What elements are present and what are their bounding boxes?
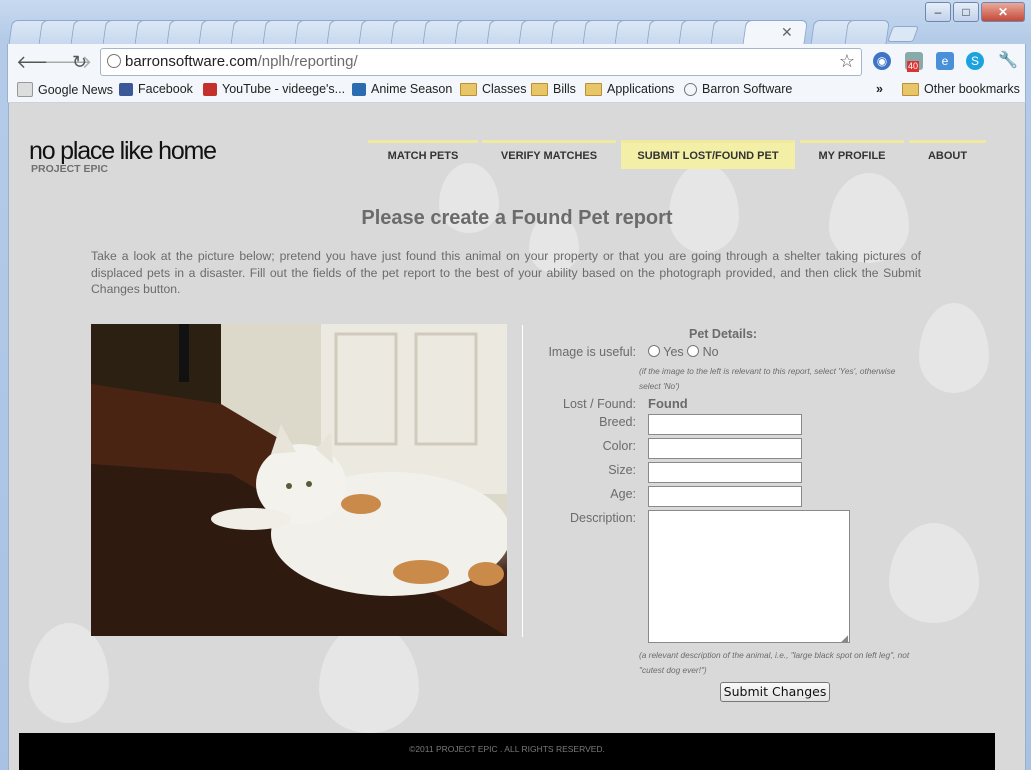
other-bookmarks-label: Other bookmarks: [924, 82, 1020, 96]
nav-my-profile[interactable]: MY PROFILE: [800, 140, 904, 169]
bookmark-label: Barron Software: [702, 82, 793, 96]
reload-icon[interactable]: ↻: [72, 52, 87, 73]
lost-found-label: Lost / Found:: [563, 397, 636, 411]
submit-changes-button[interactable]: Submit Changes: [720, 682, 830, 702]
lost-found-value: Found: [648, 396, 688, 411]
address-bar[interactable]: barronsoftware.com/nplh/reporting/ ☆: [100, 48, 862, 76]
image-useful-options: Yes No: [648, 345, 719, 359]
bookmark-label: Facebook: [138, 82, 193, 96]
youtube-icon: [203, 82, 217, 96]
tab-active[interactable]: [742, 20, 808, 47]
site-logo[interactable]: no place like home: [29, 137, 217, 166]
tab[interactable]: [844, 20, 890, 47]
bookmark-label: Bills: [553, 82, 576, 96]
page-title: Please create a Found Pet report: [361, 207, 673, 229]
breed-input[interactable]: [648, 414, 802, 435]
yes-label[interactable]: Yes: [663, 345, 683, 359]
pet-details-title: Pet Details:: [689, 327, 758, 341]
background-leaf: [889, 523, 979, 623]
nav-about[interactable]: ABOUT: [909, 140, 986, 169]
bookmark-star-icon[interactable]: ☆: [839, 51, 855, 72]
bookmark-label: Applications: [607, 82, 675, 96]
nav-submit-lost-found-pet[interactable]: SUBMIT LOST/FOUND PET: [621, 140, 795, 169]
age-label: Age:: [610, 487, 636, 501]
bookmark-classes[interactable]: Classes: [460, 82, 526, 96]
size-input[interactable]: [648, 462, 802, 483]
size-label: Size:: [608, 463, 636, 477]
folder-icon: [585, 82, 602, 96]
image-useful-note: (if the image to the left is relevant to…: [639, 366, 896, 391]
mail-checker-icon[interactable]: 40: [905, 52, 923, 72]
folder-icon: [531, 82, 548, 96]
bookmark-label: Anime Season: [371, 82, 453, 96]
image-useful-no-radio[interactable]: [687, 345, 700, 357]
bookmark-label: Google News: [38, 82, 114, 97]
pet-photo: [91, 324, 507, 636]
tab-strip: [0, 16, 1031, 47]
tab-close-icon[interactable]: ✕: [781, 24, 793, 41]
bookmark-facebook[interactable]: Facebook: [119, 82, 193, 96]
anime-season-icon: [352, 82, 366, 96]
background-leaf: [919, 303, 989, 393]
cat-photo-illustration: [91, 324, 507, 636]
bookmark-bills[interactable]: Bills: [531, 82, 576, 96]
bookmark-label: Classes: [482, 82, 527, 96]
mail-badge: 40: [907, 61, 920, 72]
ie-tab-icon[interactable]: e: [936, 52, 954, 70]
browser-toolbar: 🡐 🡒 ↻ barronsoftware.com/nplh/reporting/…: [7, 44, 1026, 80]
intro-text: Take a look at the picture below; preten…: [91, 249, 921, 296]
bookmark-google-news[interactable]: Google News: [17, 82, 113, 97]
browser-window: – □ ✕ ✕ 🡐 🡒 ↻ barronsoftware.com/nplh/re…: [0, 0, 1031, 770]
url-host: barronsoftware.com: [125, 53, 258, 70]
resize-grip-icon[interactable]: ◢: [841, 633, 848, 644]
breed-label: Breed:: [599, 415, 636, 429]
bookmarks-bar: Google News Facebook YouTube - videege's…: [7, 80, 1026, 103]
bookmark-applications[interactable]: Applications: [585, 82, 674, 96]
bookmark-barron-software[interactable]: Barron Software: [684, 82, 792, 96]
site-footer: ©2011 PROJECT EPIC . ALL RIGHTS RESERVED…: [19, 733, 995, 770]
chrome-extension-icon[interactable]: ◉: [873, 52, 891, 70]
url-path: /nplh/reporting/: [257, 53, 358, 70]
wrench-icon[interactable]: 🔧: [998, 52, 1018, 70]
folder-icon: [460, 82, 477, 96]
description-note: (a relevant description of the animal, i…: [639, 650, 910, 675]
background-leaf: [319, 623, 419, 733]
divider: [522, 325, 523, 637]
image-useful-label: Image is useful:: [548, 345, 636, 359]
bookmark-youtube[interactable]: YouTube - videege's...: [203, 82, 345, 96]
globe-icon: [684, 82, 697, 96]
bookmark-anime-season[interactable]: Anime Season: [352, 82, 452, 96]
description-textarea[interactable]: ◢: [648, 510, 850, 643]
description-label: Description:: [570, 511, 636, 525]
background-leaf: [29, 623, 109, 723]
bookmarks-overflow-button[interactable]: »: [876, 82, 883, 96]
folder-icon: [902, 82, 919, 96]
site-logo-subtitle: PROJECT EPIC: [31, 163, 109, 175]
google-news-icon: [17, 82, 33, 97]
color-input[interactable]: [648, 438, 802, 459]
facebook-icon: [119, 82, 133, 96]
page-content: no place like home PROJECT EPIC MATCH PE…: [8, 103, 1026, 770]
url-text[interactable]: barronsoftware.com/nplh/reporting/: [125, 53, 358, 70]
other-bookmarks[interactable]: Other bookmarks: [902, 82, 1020, 96]
nav-verify-matches[interactable]: VERIFY MATCHES: [482, 140, 616, 169]
skype-icon[interactable]: S: [966, 52, 984, 70]
no-label[interactable]: No: [703, 345, 719, 359]
page-globe-icon: [107, 54, 121, 68]
image-useful-yes-radio[interactable]: [648, 345, 660, 357]
age-input[interactable]: [648, 486, 802, 507]
nav-match-pets[interactable]: MATCH PETS: [368, 140, 478, 169]
bookmark-label: YouTube - videege's...: [222, 82, 346, 96]
color-label: Color:: [602, 439, 636, 453]
